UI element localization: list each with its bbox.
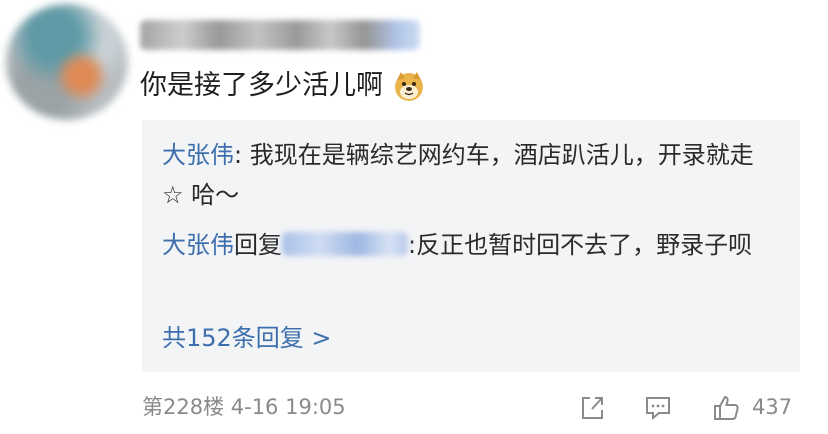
reply-thread: 大张伟: 我现在是辆综艺网约车，酒店趴活儿，开录就走 ☆ 哈～ 大张伟回复:反正… bbox=[142, 120, 800, 372]
username-blurred[interactable] bbox=[140, 20, 420, 50]
mention-blurred[interactable] bbox=[282, 232, 408, 256]
floor-and-time: 第228楼 4-16 19:05 bbox=[142, 395, 346, 419]
reply-author[interactable]: 大张伟 bbox=[162, 141, 234, 169]
comment-icon[interactable] bbox=[644, 394, 672, 422]
reply-author[interactable]: 大张伟 bbox=[162, 231, 234, 259]
share-icon[interactable] bbox=[578, 394, 606, 422]
more-replies-link[interactable]: 共152条回复 > bbox=[162, 320, 332, 356]
reply-text: : 我现在是辆综艺网约车，酒店趴活儿，开录就走 ☆ 哈～ bbox=[162, 141, 754, 209]
user-avatar[interactable] bbox=[6, 4, 128, 120]
thumbs-up-icon[interactable] bbox=[712, 394, 740, 422]
comment-body: 你是接了多少活儿啊 bbox=[140, 66, 425, 106]
reply-text: :反正也暂时回不去了，野录子呗 bbox=[408, 231, 753, 259]
reply-item[interactable]: 大张伟回复 :反正也暂时回不去了，野录子呗 bbox=[162, 225, 772, 265]
comment-text: 你是接了多少活儿啊 bbox=[140, 70, 383, 101]
doge-emoji-icon bbox=[395, 72, 423, 101]
reply-connector: 回复 bbox=[234, 231, 282, 259]
reply-item[interactable]: 大张伟: 我现在是辆综艺网约车，酒店趴活儿，开录就走 ☆ 哈～ bbox=[162, 135, 772, 215]
like-count: 437 bbox=[752, 395, 793, 419]
